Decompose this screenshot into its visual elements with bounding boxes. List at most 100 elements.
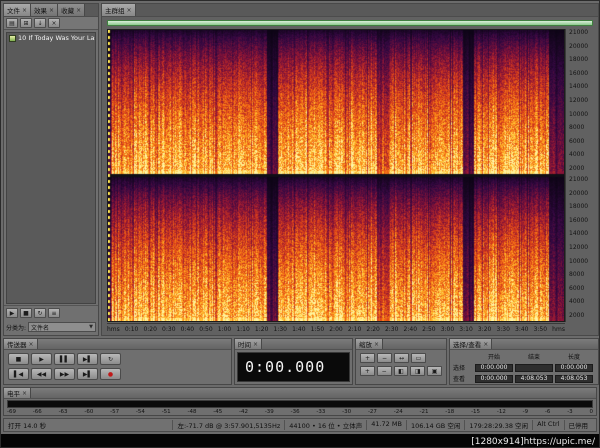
selection-table-row: 查看 0:00.000 4:08.053 4:08.053 [453,374,595,383]
close-icon[interactable]: × [253,341,258,348]
zoom-selection-left-button[interactable]: ◧ [393,366,409,376]
file-list-item[interactable]: 10 If Today Was Your Last ... [7,33,95,43]
tab-favorites[interactable]: 收藏 × [58,4,86,16]
status-item: 41.72 MB [366,420,406,430]
frequency-tick-label: 12000 [569,96,589,104]
meter-scale-label: -48 [187,409,197,415]
play-from-cursor-button[interactable]: ▶▌ [77,353,98,365]
zoom-full-button[interactable]: ↔ [394,353,409,363]
import-file-icon[interactable]: ▤ [6,18,18,28]
tab-effects[interactable]: 效果 × [31,4,59,16]
close-icon[interactable]: × [22,390,27,397]
close-icon[interactable]: × [127,7,132,14]
sort-label: 分类为: [6,324,27,332]
zoom-in-vertical-button[interactable]: + [360,366,375,376]
play-looped-button[interactable]: ↻ [100,353,121,365]
close-icon[interactable]: × [49,7,54,14]
meter-scale-label: -63 [58,409,68,415]
close-icon[interactable]: × [29,341,34,348]
frequency-tick-label: 18000 [569,203,589,211]
audio-file-icon [9,34,16,42]
close-icon[interactable]: × [374,341,379,348]
timeline-tick-label: 2:00 [329,326,343,333]
timeline-tick-label: 1:20 [254,326,269,333]
preview-stop-icon[interactable]: ■ [20,308,32,318]
record-button[interactable]: ● [100,368,121,380]
go-to-end-button[interactable]: ▶▌ [77,368,98,380]
zoom-to-selection-button[interactable]: ▭ [411,353,426,363]
pause-button[interactable]: ▌▌ [54,353,75,365]
close-icon[interactable]: × [22,7,27,14]
zoom-panel-tab[interactable]: 缩放 × [356,339,384,349]
meter-scale-label: -3 [567,409,573,415]
frequency-tick-label: 10000 [569,257,589,265]
selection-view-panel-tab[interactable]: 选择/查看 × [450,339,493,349]
preview-play-icon[interactable]: ▶ [6,308,18,318]
frequency-tick-label: 4000 [569,298,585,306]
time-field[interactable]: 0:00.000 [555,363,593,372]
file-list[interactable]: 10 If Today Was Your Last ... [6,32,96,304]
zoom-in-horizontal-button[interactable]: + [360,353,375,363]
time-field[interactable]: 4:08.053 [515,374,553,383]
timeline-tick-label: 2:30 [384,326,399,333]
close-icon[interactable]: × [76,7,81,14]
sort-dropdown[interactable]: 文件名 ▼ [28,322,96,332]
timeline-tick-label: 2:50 [422,326,436,333]
level-meter[interactable] [7,400,593,408]
frequency-labels-left-channel: 21000 20000 18000 16000 14000 12000 10000 8000 6… [569,30,598,172]
frequency-tick-label: 14000 [569,230,589,238]
time-field[interactable] [515,363,553,372]
zoom-out-horizontal-button[interactable]: − [377,353,392,363]
meter-scale-label: -12 [496,409,506,415]
timeline-ruler[interactable]: hms 0:10 0:20 0:30 0:40 0:50 1:00 1:10 1:20 1:30 1… [107,323,565,336]
timeline-tick-label: 1:50 [310,326,325,333]
transport-panel-tab[interactable]: 传送器 × [4,339,38,349]
tab-favorites-label: 收藏 [61,7,75,15]
zoom-out-vertical-button[interactable]: − [376,366,392,376]
time-panel-tab[interactable]: 时间 × [235,339,263,349]
go-to-start-button[interactable]: ▌◀ [8,368,29,380]
file-name: 10 If Today Was Your Last ... [18,34,95,42]
audition-app-window: 文件×效果×收藏× ▤⊞↓× 10 If Today Was Your Last… [0,0,600,448]
main-panel-tabs: 主群组 × [102,4,598,17]
time-field[interactable]: 4:08.053 [555,374,593,383]
frequency-ruler[interactable]: 21000 20000 18000 16000 14000 12000 10000 8000 6… [565,29,598,322]
rewind-button[interactable]: ◀◀ [31,368,52,380]
insert-multitrack-icon[interactable]: ↓ [34,18,46,28]
timeline-tick-label: 3:10 [459,326,473,333]
frequency-tick-label: 8000 [569,124,585,132]
time-field[interactable]: 0:00.000 [475,363,513,372]
selection-view-panel: 选择/查看 × 开始 结束 长度 选择 0:00.000 0:00.000 查看 0:00.0… [449,338,599,385]
watermark-text: [1280x914]https://upic.me/ [471,436,595,447]
spectrogram-display[interactable] [107,29,565,322]
time-panel: 时间 × 0:00.000 [234,338,353,385]
timeline-tick-label: 1:00 [217,326,232,333]
levels-panel: 电平 × -69 -66 -63 -60 -57 -54 -51 -48 -45 -42 -39 -3… [3,387,597,416]
tab-files[interactable]: 文件 × [4,4,32,16]
timeline-tick-label: 2:20 [366,326,380,333]
timeline-tick-label: 0:20 [143,326,157,333]
zoom-selection-right-button[interactable]: ◨ [410,366,426,376]
preview-loop-icon[interactable]: ↻ [34,308,46,318]
open-file-icon[interactable]: ⊞ [20,18,32,28]
status-item: Alt Ctrl [532,420,563,430]
options-icon[interactable]: ≡ [48,308,60,318]
tab-main-group[interactable]: 主群组 × [102,4,136,16]
transport-panel-title: 传送器 [7,341,27,349]
frequency-tick-label: 14000 [569,83,589,91]
meter-scale-label: -15 [471,409,481,415]
levels-panel-tab[interactable]: 电平 × [4,388,32,398]
selection-view-panel-title: 选择/查看 [453,341,482,349]
horizontal-zoom-navigator[interactable] [107,20,593,26]
zoom-panel: 缩放 × + − ↔ ▭ + − ◧ ◨ ▣ [355,338,447,385]
timeline-tick-label: 2:40 [403,326,418,333]
close-icon[interactable]: × [483,341,488,348]
stop-button[interactable]: ■ [8,353,29,365]
delete-icon[interactable]: × [48,18,60,28]
fast-forward-button[interactable]: ▶▶ [54,368,75,380]
time-field[interactable]: 0:00.000 [475,374,513,383]
play-button[interactable]: ▶ [31,353,52,365]
zoom-reset-button[interactable]: ▣ [427,366,442,376]
meter-scale-label: -42 [239,409,249,415]
time-panel-title: 时间 [238,341,251,349]
